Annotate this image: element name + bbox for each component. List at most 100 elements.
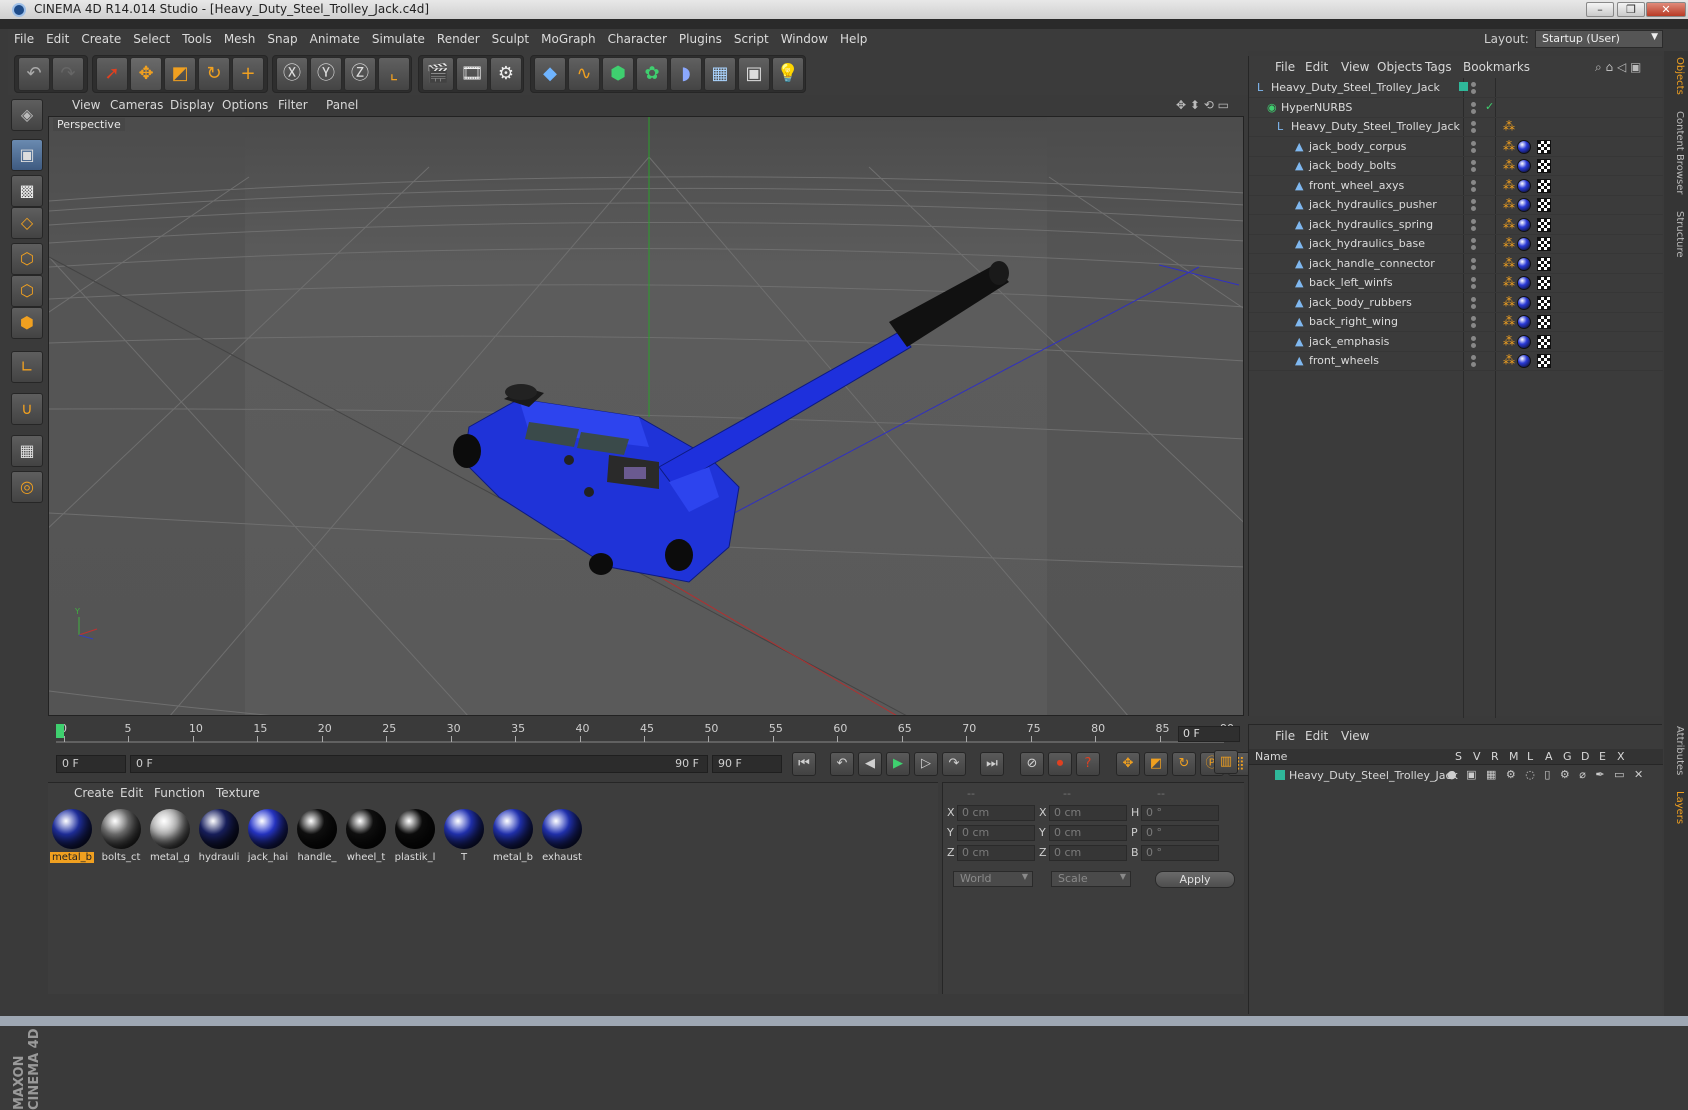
uvw-tag-icon[interactable] <box>1537 178 1551 193</box>
coord-position-field[interactable]: 0 cm <box>957 825 1035 841</box>
phong-tag-icon[interactable]: ⁂ <box>1503 119 1515 133</box>
material-menu-texture[interactable]: Texture <box>216 786 260 800</box>
z-axis-lock-icon[interactable]: Ⓩ <box>344 57 376 91</box>
material-tag-icon[interactable] <box>1517 334 1531 349</box>
object-name[interactable]: jack_handle_connector <box>1309 257 1435 270</box>
uvw-tag-icon[interactable] <box>1537 276 1551 290</box>
material-tag-icon[interactable] <box>1517 354 1531 368</box>
uvw-tag-icon[interactable] <box>1537 217 1551 232</box>
record-position-icon[interactable]: ⊘ <box>1020 752 1044 776</box>
previous-frame-icon[interactable]: ◀ <box>858 752 882 776</box>
layer-flag-icons[interactable]: ● ▣ ▦ ⚙ ◌ ▯ ⚙ ⌀ ✒ ▭ ✕ <box>1447 768 1646 781</box>
timeline-window-icon[interactable]: ▥ <box>1214 750 1238 774</box>
menu-select[interactable]: Select <box>127 29 176 49</box>
material-menu-create[interactable]: Create <box>74 786 114 800</box>
material-swatch[interactable]: handle_ <box>295 807 339 863</box>
cube-primitive-icon[interactable]: ◆ <box>534 57 566 91</box>
add-tool-icon[interactable]: + <box>232 57 264 91</box>
phong-tag-icon[interactable]: ⁂ <box>1503 295 1515 309</box>
object-name[interactable]: jack_body_bolts <box>1309 159 1396 172</box>
phong-tag-icon[interactable]: ⁂ <box>1503 158 1515 172</box>
layer-flag-header[interactable]: V <box>1473 750 1481 763</box>
menu-script[interactable]: Script <box>728 29 775 49</box>
menu-snap[interactable]: Snap <box>261 29 303 49</box>
coord-position-field[interactable]: 0 cm <box>957 845 1035 861</box>
visibility-dots[interactable] <box>1471 335 1487 348</box>
object-row[interactable]: ▲ jack_emphasis ⁂ <box>1249 332 1663 352</box>
render-visibility-dot[interactable] <box>1471 323 1476 328</box>
material-tag-icon[interactable] <box>1517 217 1531 232</box>
visibility-dots[interactable] <box>1471 296 1487 309</box>
render-visibility-dot[interactable] <box>1471 89 1476 94</box>
object-row[interactable]: ▲ back_left_winfs ⁂ <box>1249 273 1663 293</box>
material-tag-icon[interactable] <box>1517 295 1531 310</box>
close-button[interactable]: ✕ <box>1646 2 1686 17</box>
visibility-dots[interactable] <box>1471 121 1487 133</box>
uvw-tag-icon[interactable] <box>1537 198 1551 212</box>
undo-icon[interactable]: ↶ <box>18 57 50 91</box>
end-frame-field[interactable]: 90 F <box>712 755 782 773</box>
object-name[interactable]: jack_emphasis <box>1309 335 1389 348</box>
object-name[interactable]: jack_hydraulics_base <box>1309 237 1425 250</box>
material-tag-icon[interactable] <box>1517 159 1531 173</box>
start-frame-field[interactable]: 0 F <box>56 755 126 773</box>
model-mode-icon[interactable]: ▣ <box>11 139 43 171</box>
object-name[interactable]: jack_body_corpus <box>1309 140 1406 153</box>
material-swatch[interactable]: plastik_l <box>393 807 437 863</box>
uvw-tag-icon[interactable] <box>1537 315 1551 329</box>
visibility-dots[interactable] <box>1471 238 1487 250</box>
next-key-icon[interactable]: ↷ <box>942 752 966 776</box>
layers-menu-edit[interactable]: Edit <box>1305 729 1328 743</box>
render-visibility-dot[interactable] <box>1471 284 1476 289</box>
material-tag-icon[interactable] <box>1517 315 1531 329</box>
snapping-icon[interactable]: ∪ <box>11 393 43 425</box>
visibility-dots[interactable] <box>1471 82 1487 94</box>
keyframe-help-icon[interactable]: ? <box>1076 752 1100 776</box>
editor-visibility-dot[interactable] <box>1471 199 1476 204</box>
menu-tools[interactable]: Tools <box>176 29 218 49</box>
visibility-dots[interactable] <box>1471 257 1487 270</box>
material-tag-icon[interactable] <box>1517 198 1531 212</box>
x-axis-lock-icon[interactable]: Ⓧ <box>276 57 308 91</box>
layer-flag-header[interactable]: A <box>1545 750 1553 763</box>
menu-file[interactable]: File <box>8 29 40 49</box>
key-scale-icon[interactable]: ◩ <box>1144 752 1168 776</box>
coordinate-system-icon[interactable]: ⌞ <box>378 57 410 91</box>
object-row[interactable]: ▲ front_wheels ⁂ <box>1249 351 1663 371</box>
objects-menu-file[interactable]: File <box>1275 60 1295 74</box>
object-row[interactable]: ▲ jack_body_corpus ⁂ <box>1249 137 1663 157</box>
visibility-dots[interactable] <box>1471 160 1487 172</box>
object-row[interactable]: ▲ jack_body_rubbers ⁂ <box>1249 293 1663 313</box>
scale-tool-icon[interactable]: ◩ <box>164 57 196 91</box>
layer-color-swatch[interactable] <box>1459 82 1468 91</box>
layout-dropdown[interactable]: Startup (User) ▼ <box>1535 30 1663 48</box>
viewport-camera-label[interactable]: Perspective <box>53 118 125 131</box>
object-name[interactable]: Heavy_Duty_Steel_Trolley_Jack <box>1271 81 1440 94</box>
menu-render[interactable]: Render <box>431 29 486 49</box>
material-swatch[interactable]: metal_g <box>148 807 192 863</box>
edges-mode-icon[interactable]: ⬡ <box>11 275 43 307</box>
timeline-ruler[interactable]: 051015202530354045505560657075808590 <box>56 722 1236 744</box>
go-to-end-icon[interactable]: ⏭ <box>980 752 1004 776</box>
coord-size-field[interactable]: 0 cm <box>1049 805 1127 821</box>
render-visibility-dot[interactable] <box>1471 167 1476 172</box>
layer-flag-header[interactable]: G <box>1563 750 1572 763</box>
tab-structure[interactable]: Structure <box>1667 211 1685 258</box>
editor-visibility-dot[interactable] <box>1471 179 1476 185</box>
visibility-dots[interactable] <box>1471 199 1487 211</box>
render-visibility-dot[interactable] <box>1471 186 1476 192</box>
menu-mesh[interactable]: Mesh <box>218 29 262 49</box>
uvw-tag-icon[interactable] <box>1537 159 1551 173</box>
visibility-dots[interactable] <box>1471 179 1487 192</box>
tab-objects[interactable]: Objects <box>1667 57 1685 95</box>
menu-plugins[interactable]: Plugins <box>673 29 728 49</box>
editor-visibility-dot[interactable] <box>1471 121 1476 126</box>
editor-visibility-dot[interactable] <box>1471 140 1476 146</box>
coord-rotation-field[interactable]: 0 ° <box>1141 845 1219 861</box>
objects-menu-bookmarks[interactable]: Bookmarks <box>1463 60 1530 74</box>
viewport-menu-options[interactable]: Options <box>222 98 268 112</box>
uvw-tag-icon[interactable] <box>1537 237 1551 251</box>
editor-visibility-dot[interactable] <box>1471 316 1476 321</box>
render-visibility-dot[interactable] <box>1471 225 1476 231</box>
live-selection-icon[interactable]: ➚ <box>96 57 128 91</box>
